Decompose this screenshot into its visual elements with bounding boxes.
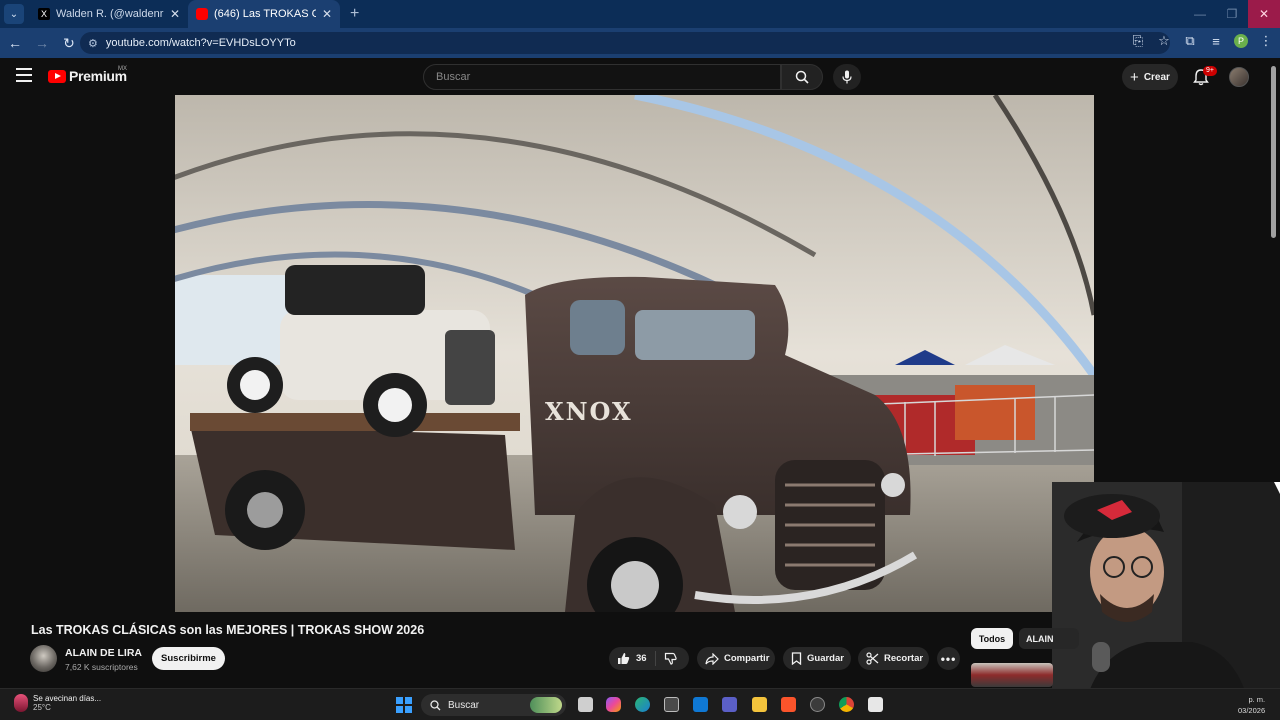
chrome-menu-icon[interactable]: ⋮ [1258,33,1274,49]
video-frame-image: XNOX [175,95,1094,612]
store-icon[interactable] [664,697,679,712]
app-icon[interactable] [810,697,825,712]
create-button[interactable]: + Crear [1122,64,1178,90]
search-icon [795,70,809,84]
svg-text:XNOX: XNOX [545,397,633,426]
recommended-video-thumbnail[interactable] [971,663,1053,687]
channel-avatar[interactable] [30,645,57,672]
search-input[interactable]: Buscar [423,64,781,90]
new-tab-button[interactable]: + [350,5,359,23]
clip-label: Recortar [884,653,924,664]
search-icon [430,699,441,710]
task-view-icon[interactable] [578,697,593,712]
brave-icon[interactable] [781,697,796,712]
reload-icon[interactable]: ↻ [57,35,81,52]
dislike-button[interactable] [656,652,682,665]
tab-search-button[interactable]: ⌄ [4,4,24,24]
tab-title: Walden R. (@waldenriv8) / X [56,8,164,20]
voice-search-button[interactable] [833,64,861,90]
video-player[interactable]: XNOX [175,95,1094,612]
copilot-icon[interactable] [606,697,621,712]
share-arrow-icon [705,652,719,665]
search-button[interactable] [781,64,823,90]
notifications-badge: 9+ [1203,66,1217,76]
clock-time: p. m. [1248,695,1266,704]
chrome-icon[interactable] [839,697,854,712]
address-bar-row: ← → ↻ ⚙ youtube.com/watch?v=EVHDsLOYYTo … [0,28,1280,58]
file-explorer-icon[interactable] [752,697,767,712]
account-avatar[interactable] [1229,67,1249,87]
clock-date: 03/2026 [1238,706,1266,715]
clip-button[interactable]: Recortar [858,647,929,670]
like-button[interactable]: 36 [609,651,656,666]
menu-icon[interactable] [16,68,32,82]
edge-icon[interactable] [635,697,650,712]
subscriber-count: 7,62 K suscriptores [65,662,138,672]
webcam-overlay [1052,482,1280,720]
maximize-icon[interactable]: ❐ [1216,0,1248,28]
temperature: 25°C [33,703,51,712]
browser-tab-x[interactable]: X Walden R. (@waldenriv8) / X ✕ [30,0,188,28]
thumbs-up-icon [618,653,630,664]
profile-icon[interactable]: P [1234,34,1248,48]
weather-text: Se avecinan días... [33,694,102,703]
taskbar-search[interactable]: Buscar [421,694,566,716]
video-title: Las TROKAS CLÁSICAS son las MEJORES | TR… [31,623,425,637]
extensions-icon[interactable]: ⧉ [1182,33,1198,49]
region-code: MX [118,66,127,72]
save-label: Guardar [807,653,844,664]
more-actions-button[interactable]: ••• [937,647,960,670]
bookmark-star-icon[interactable]: ☆ [1156,33,1172,49]
browser-toolbar-icons: ⎘ ☆ ⧉ ≡ P ⋮ [1130,33,1274,49]
url-text: youtube.com/watch?v=EVHDsLOYYTo [105,37,296,49]
thumbs-down-icon [664,652,677,665]
close-window-icon[interactable]: ✕ [1248,0,1280,28]
scissors-icon [866,652,879,665]
chip-all[interactable]: Todos [971,628,1013,649]
weather-widget[interactable]: Se avecinan días... 25°C [14,694,101,712]
weather-icon [14,694,28,712]
chip-channel[interactable]: ALAIN [1019,628,1079,649]
snipping-tool-icon[interactable] [868,697,883,712]
like-count: 36 [636,653,647,664]
youtube-logo[interactable]: Premium MX [48,66,127,84]
create-label: Crear [1143,71,1170,83]
page-scrollbar[interactable] [1271,66,1276,238]
youtube-play-icon [48,69,66,83]
reading-list-icon[interactable]: ≡ [1208,34,1224,49]
browser-tab-bar: ⌄ X Walden R. (@waldenriv8) / X ✕ (646) … [0,0,1280,28]
close-tab-icon[interactable]: ✕ [170,7,180,21]
channel-name[interactable]: ALAIN DE LIRA [65,647,142,659]
microphone-icon [842,70,852,84]
tab-title: (646) Las TROKAS CLÁSICAS so [214,8,316,20]
forward-icon[interactable]: → [30,35,54,51]
outlook-icon[interactable] [693,697,708,712]
system-clock[interactable]: p. m. 03/2026 [1238,694,1265,716]
save-button[interactable]: Guardar [783,647,851,670]
teams-icon[interactable] [722,697,737,712]
share-button[interactable]: Compartir [697,647,775,670]
windows-taskbar: Se avecinan días... 25°C Buscar p. m. 03… [0,688,1280,720]
window-controls: — ❐ ✕ [1184,0,1280,28]
presenter-image [1052,482,1280,720]
subscribe-button[interactable]: Suscribirme [152,647,225,670]
browser-tab-youtube[interactable]: (646) Las TROKAS CLÁSICAS so ✕ [188,0,340,28]
site-info-icon[interactable]: ⚙ [88,37,98,50]
cast-icon[interactable]: ⎘ [1130,33,1146,49]
youtube-icon [196,8,208,20]
back-icon[interactable]: ← [3,35,27,51]
bookmark-icon [791,652,802,665]
url-field[interactable]: ⚙ youtube.com/watch?v=EVHDsLOYYTo [80,32,1170,54]
close-tab-icon[interactable]: ✕ [322,7,332,21]
search-highlight-image [530,697,562,713]
minimize-icon[interactable]: — [1184,0,1216,28]
like-dislike-group: 36 [609,647,689,670]
youtube-header: Premium MX Buscar + Crear 9+ [0,58,1280,95]
x-logo-icon: X [38,8,50,20]
share-label: Compartir [724,653,770,664]
taskbar-search-label: Buscar [448,699,480,711]
plus-icon: + [1130,68,1139,86]
windows-start-icon[interactable] [396,697,412,713]
